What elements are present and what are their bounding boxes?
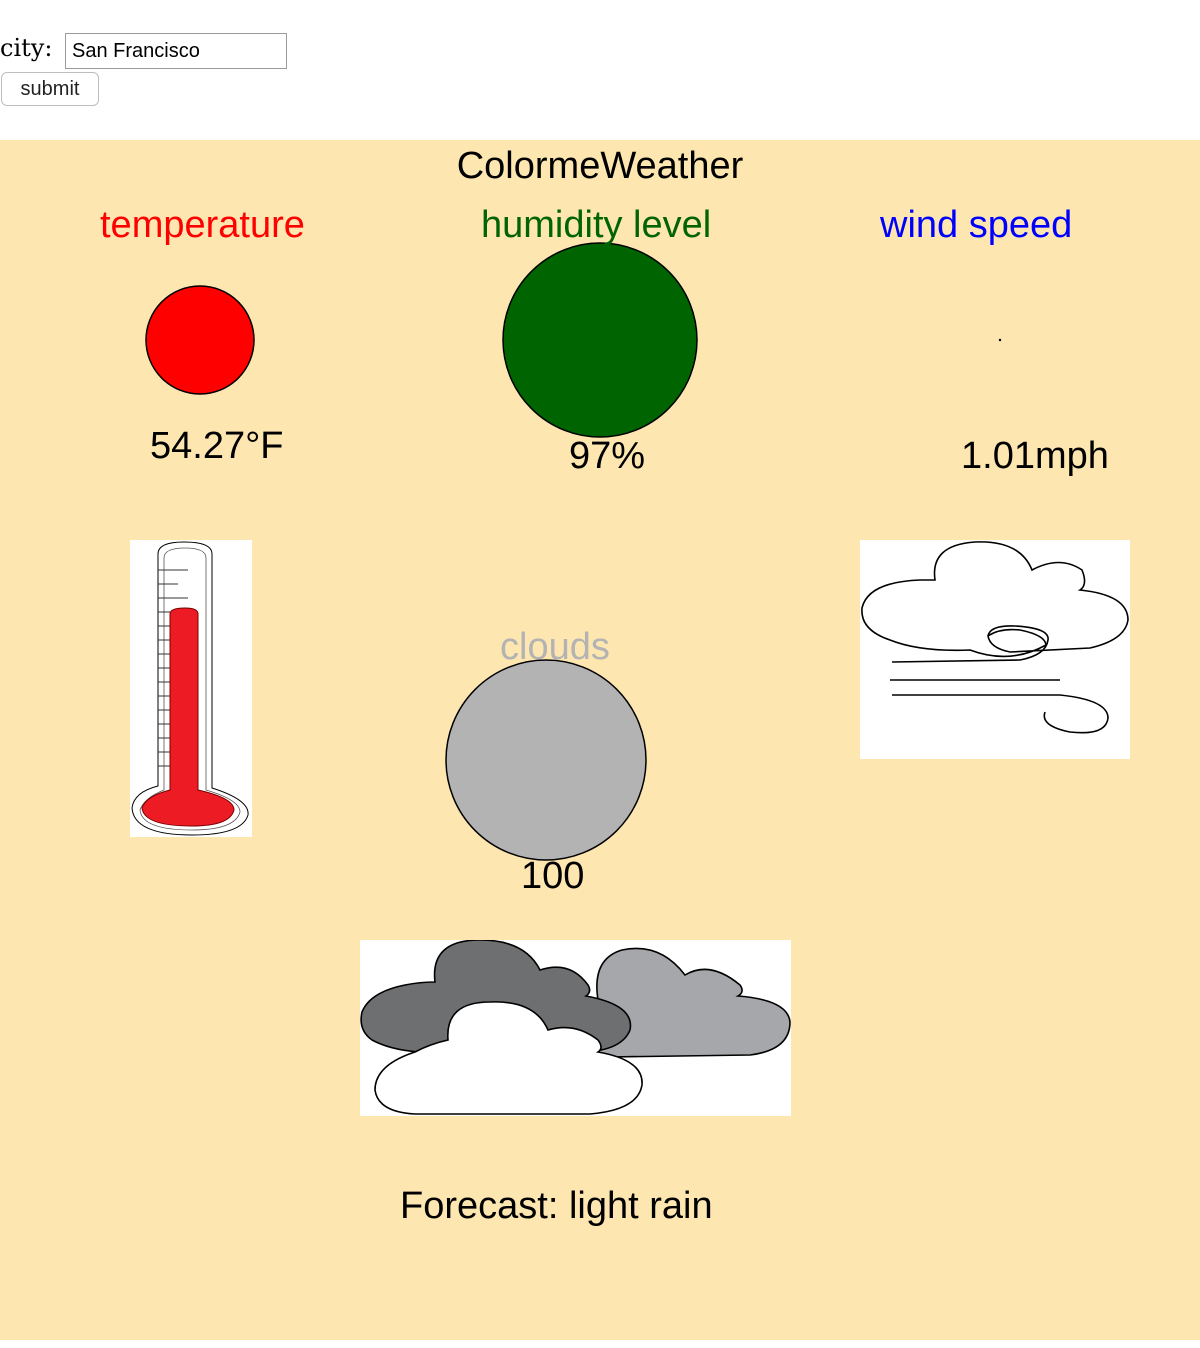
wind-value: 1.01mph [961,435,1109,477]
temperature-label: temperature [100,204,305,246]
wind-circle [998,338,1002,342]
thermometer-icon [130,540,252,837]
temperature-circle [145,285,255,395]
wind-cloud-icon [860,540,1130,759]
wind-label: wind speed [880,204,1073,246]
city-input[interactable] [65,33,287,69]
submit-button[interactable]: submit [1,72,99,106]
humidity-value: 97% [569,435,646,477]
temperature-value: 54.27°F [150,425,284,467]
app-title: ColormeWeather [456,145,744,187]
clouds-value: 100 [521,855,585,897]
city-label: city: [0,34,53,62]
humidity-circle [502,242,698,438]
city-form: city: submit [0,0,1200,140]
humidity-label: humidity level [481,204,712,246]
clouds-icon [360,940,791,1116]
clouds-label: clouds [500,626,610,668]
weather-panel: ColormeWeather temperature humidity leve… [0,140,1200,1340]
forecast-text: Forecast: light rain [400,1185,713,1227]
clouds-circle [445,659,647,861]
